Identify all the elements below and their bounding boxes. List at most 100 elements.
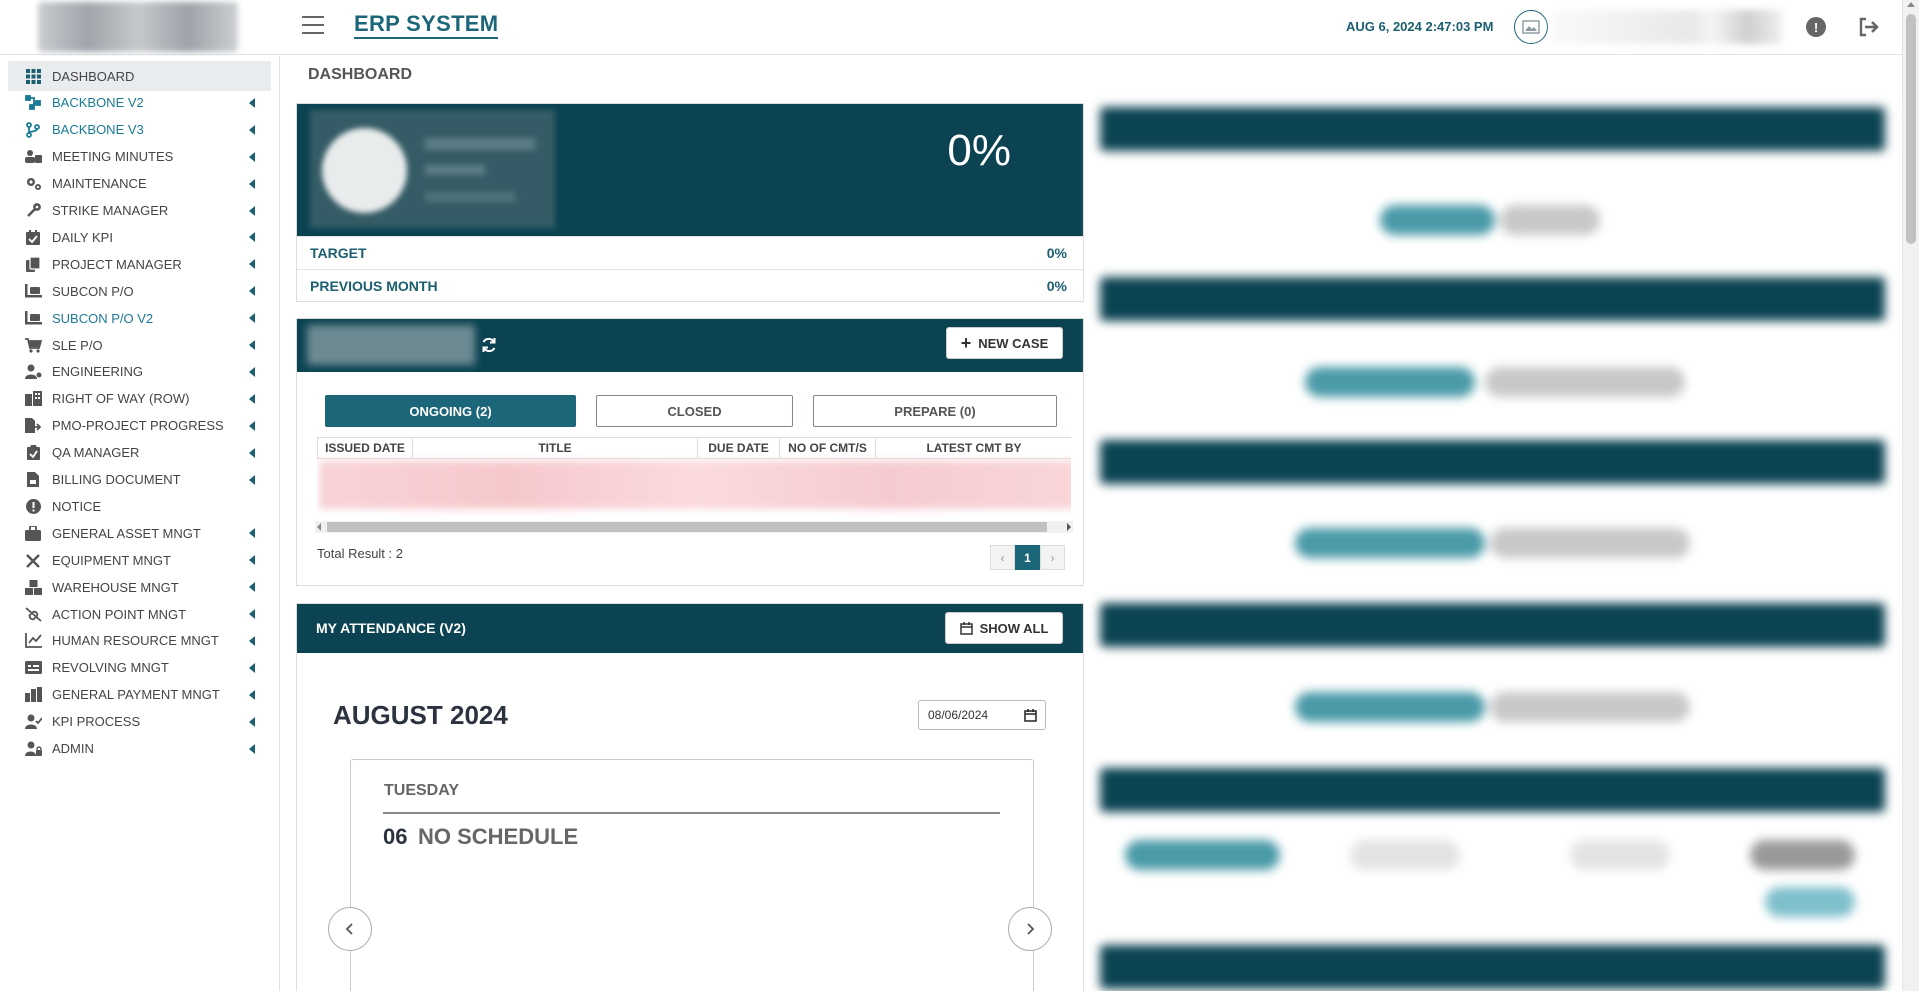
caret-left-icon[interactable] [249, 689, 255, 700]
sidebar-item-label: QA MANAGER [52, 445, 140, 461]
sidebar-item-qa-manager[interactable]: QA MANAGER [8, 438, 271, 468]
gears-icon [24, 176, 42, 192]
avatar[interactable] [1514, 10, 1548, 44]
new-case-button[interactable]: + NEW CASE [946, 327, 1063, 359]
caret-left-icon[interactable] [249, 662, 255, 673]
briefcase-icon [24, 525, 42, 541]
sidebar-item-billing-document[interactable]: BILLING DOCUMENT [8, 465, 271, 495]
sidebar-item-warehouse-mngt[interactable]: WAREHOUSE MNGT [8, 572, 271, 602]
kpi-profile-blurred [310, 110, 555, 228]
user-gear-icon [24, 364, 42, 380]
caret-left-icon[interactable] [249, 582, 255, 593]
page-title: DASHBOARD [308, 66, 412, 83]
sidebar-item-backbone-v2[interactable]: BACKBONE V2 [8, 88, 271, 118]
sidebar-item-maintenance[interactable]: MAINTENANCE [8, 169, 271, 199]
sidebar-item-meeting-minutes[interactable]: MEETING MINUTES [8, 142, 271, 172]
caret-left-icon[interactable] [249, 743, 255, 754]
sidebar-item-subcon-p-o[interactable]: SUBCON P/O [8, 276, 271, 306]
link-slash-icon [24, 606, 42, 622]
column-header[interactable]: DUE DATE [698, 438, 780, 458]
sidebar-item-sle-p-o[interactable]: SLE P/O [8, 330, 271, 360]
caret-left-icon[interactable] [249, 151, 255, 162]
user-info[interactable] [1552, 10, 1782, 44]
caret-left-icon[interactable] [249, 393, 255, 404]
caret-left-icon[interactable] [249, 635, 255, 646]
people-icon [24, 149, 42, 165]
show-all-label: SHOW ALL [979, 620, 1049, 636]
table-rows-blurred[interactable] [319, 461, 1071, 509]
date-input[interactable]: 08/06/2024 [918, 700, 1046, 730]
sidebar-item-human-resource-mngt[interactable]: HUMAN RESOURCE MNGT [8, 626, 271, 656]
sidebar-item-admin[interactable]: ADMIN [8, 734, 271, 764]
sidebar-item-engineering[interactable]: ENGINEERING [8, 357, 271, 387]
day-number: 06 [383, 824, 408, 849]
sidebar-item-action-point-mngt[interactable]: ACTION POINT MNGT [8, 599, 271, 629]
page-number[interactable]: 1 [1015, 545, 1040, 570]
sidebar-item-equipment-mngt[interactable]: EQUIPMENT MNGT [8, 545, 271, 575]
caret-left-icon[interactable] [249, 340, 255, 350]
column-header[interactable]: ISSUED DATE [318, 438, 413, 458]
caret-left-icon[interactable] [249, 205, 255, 216]
next-day-button[interactable] [1008, 907, 1052, 951]
sidebar-item-project-manager[interactable]: PROJECT MANAGER [8, 249, 271, 279]
sidebar-item-dashboard[interactable]: DASHBOARD [8, 61, 271, 91]
app-title[interactable]: ERP SYSTEM [354, 11, 499, 39]
caret-left-icon[interactable] [249, 555, 255, 566]
caret-left-icon[interactable] [249, 286, 255, 297]
page-scrollbar[interactable] [1902, 0, 1919, 991]
calendar-icon[interactable] [1024, 709, 1037, 722]
show-all-button[interactable]: SHOW ALL [945, 612, 1063, 644]
sidebar-item-notice[interactable]: NOTICE [8, 491, 271, 521]
sidebar-item-label: BACKBONE V3 [52, 122, 144, 138]
sidebar-item-subcon-p-o-v2[interactable]: SUBCON P/O V2 [8, 303, 271, 333]
caret-left-icon[interactable] [249, 366, 255, 377]
caret-left-icon[interactable] [249, 716, 255, 727]
caret-left-icon[interactable] [249, 474, 255, 485]
company-logo[interactable] [38, 2, 238, 52]
menu-toggle-icon[interactable] [302, 16, 324, 36]
column-header[interactable]: LATEST CMT BY [876, 438, 1071, 458]
sidebar-item-general-payment-mngt[interactable]: GENERAL PAYMENT MNGT [8, 680, 271, 710]
prev-day-button[interactable] [328, 907, 372, 951]
sidebar-item-label: ENGINEERING [52, 364, 144, 380]
column-header[interactable]: TITLE [413, 438, 698, 458]
sidebar-item-general-asset-mngt[interactable]: GENERAL ASSET MNGT [8, 518, 271, 548]
caret-left-icon[interactable] [249, 178, 255, 189]
caret-left-icon[interactable] [249, 528, 255, 539]
sidebar-item-daily-kpi[interactable]: DAILY KPI [8, 222, 271, 252]
caret-left-icon[interactable] [249, 420, 255, 431]
refresh-icon[interactable] [480, 336, 498, 354]
tab-ongoing[interactable]: ONGOING (2) [325, 395, 576, 427]
caret-left-icon[interactable] [249, 609, 255, 619]
sidebar-item-kpi-process[interactable]: KPI PROCESS [8, 707, 271, 737]
sidebar-item-revolving-mngt[interactable]: REVOLVING MNGT [8, 653, 271, 683]
table-horizontal-scrollbar[interactable] [315, 521, 1073, 533]
sidebar-item-right-of-way-row[interactable]: RIGHT OF WAY (ROW) [8, 384, 271, 414]
caret-left-icon[interactable] [249, 232, 255, 243]
tools-icon [24, 552, 42, 568]
schedule-status: NO SCHEDULE [418, 824, 579, 849]
tab-prepare[interactable]: PREPARE (0) [813, 395, 1057, 427]
info-icon[interactable]: ! [1806, 17, 1826, 37]
chevron-left-icon[interactable]: ‹ [990, 545, 1015, 570]
column-header[interactable]: NO OF CMT/S [780, 438, 876, 458]
logout-icon[interactable] [1857, 16, 1881, 38]
sidebar-item-backbone-v3[interactable]: BACKBONE V3 [8, 115, 271, 145]
caret-left-icon[interactable] [249, 97, 255, 108]
kpi-row-value: 0% [1046, 278, 1067, 294]
sidebar-item-strike-manager[interactable]: STRIKE MANAGER [8, 196, 271, 226]
sidebar-item-label: WAREHOUSE MNGT [52, 579, 179, 595]
money-check-icon [24, 687, 42, 703]
sidebar-item-label: BACKBONE V2 [52, 95, 144, 111]
sidebar-item-label: DASHBOARD [52, 68, 135, 84]
caret-left-icon[interactable] [249, 447, 255, 458]
kpi-card: 0% TARGET 0% PREVIOUS MONTH 0% [296, 103, 1084, 302]
tab-closed[interactable]: CLOSED [596, 395, 793, 427]
caret-left-icon[interactable] [249, 313, 255, 324]
chevron-right-icon[interactable]: › [1040, 545, 1065, 570]
caret-left-icon[interactable] [249, 259, 255, 270]
blurred-widgets-panel [1090, 95, 1895, 991]
cart-icon [24, 337, 42, 353]
caret-left-icon[interactable] [249, 124, 255, 135]
sidebar-item-pmo-project-progress[interactable]: PMO-PROJECT PROGRESS [8, 411, 271, 441]
